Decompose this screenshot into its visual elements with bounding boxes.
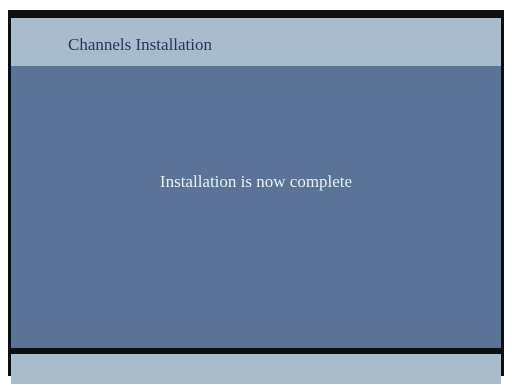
header-bar: Channels Installation (11, 18, 501, 66)
tv-screen: Channels Installation Installation is no… (8, 10, 504, 384)
tv-frame: Channels Installation Installation is no… (0, 0, 512, 385)
content-panel: Installation is now complete (11, 66, 501, 348)
installation-complete-message: Installation is now complete (159, 172, 353, 191)
page-title: Channels Installation (68, 35, 213, 54)
footer-bar (11, 354, 501, 384)
